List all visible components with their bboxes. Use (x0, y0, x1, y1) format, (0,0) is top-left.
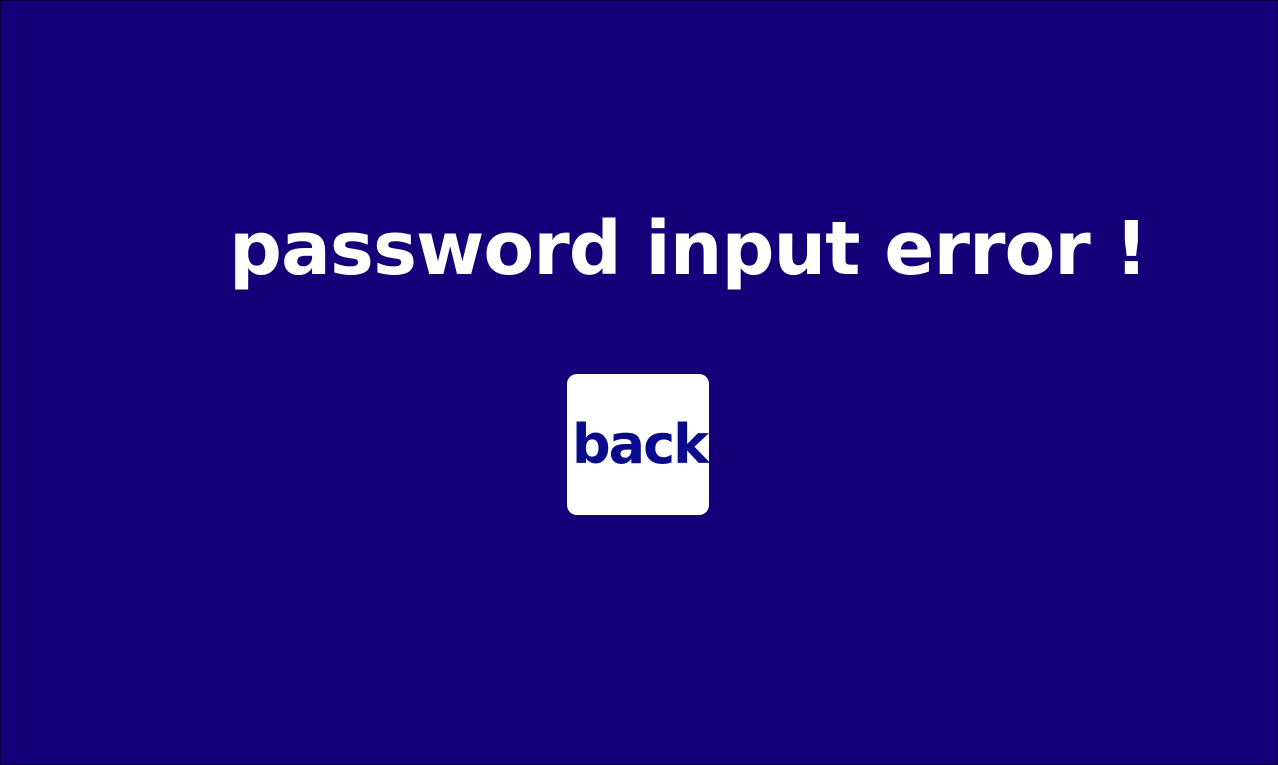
back-button[interactable]: back (567, 374, 709, 515)
error-message: password input error ! (229, 206, 1148, 292)
error-screen: password input error ! back (0, 0, 1278, 765)
